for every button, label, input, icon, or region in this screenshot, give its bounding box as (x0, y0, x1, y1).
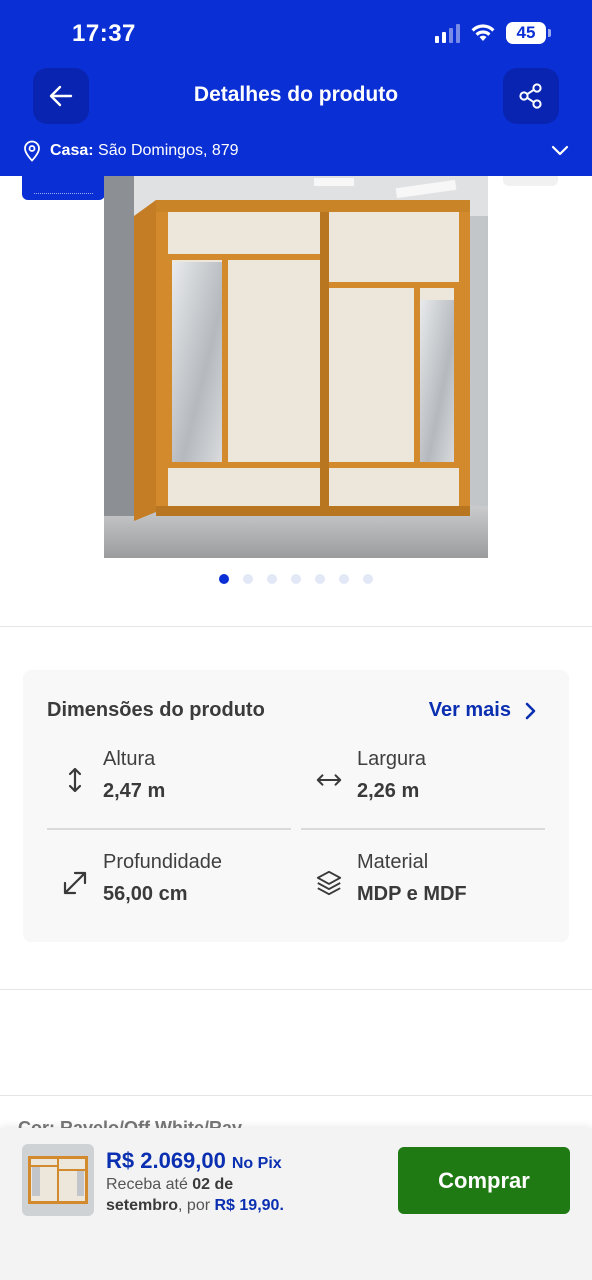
section-divider (0, 626, 592, 627)
address-value: São Domingos, 879 (93, 142, 239, 159)
location-pin-icon (22, 140, 42, 162)
delivery-prefix: Receba até (106, 1176, 193, 1193)
buy-button[interactable]: Comprar (398, 1147, 570, 1214)
section-divider (0, 989, 592, 990)
section-divider (0, 1095, 592, 1096)
address-label: Casa: (50, 142, 94, 159)
dimension-value: 2,47 m (103, 780, 166, 802)
dimension-label: Largura (357, 748, 426, 770)
dimension-label: Altura (103, 748, 156, 770)
product-tag (22, 176, 105, 200)
price-line: R$ 2.069,00 No Pix (106, 1148, 282, 1174)
delivery-info: Receba até 02 de setembro, por R$ 19,90. (106, 1174, 356, 1216)
gallery-side-stub (503, 176, 558, 186)
gallery-dot[interactable] (267, 574, 277, 584)
wifi-icon (471, 24, 495, 41)
dimension-material: Material MDP e MDF (301, 851, 541, 911)
cellular-signal-icon (435, 23, 460, 43)
payment-method: No Pix (231, 1155, 282, 1172)
gallery-pagination (0, 574, 592, 584)
gallery-dot[interactable] (243, 574, 253, 584)
product-thumbnail (22, 1144, 94, 1216)
price-value: R$ 2.069,00 (106, 1148, 226, 1173)
diagonal-arrows-icon (61, 869, 89, 897)
app-header: 17:37 45 Detalhes do produto Casa: São D… (0, 0, 592, 176)
gallery-dot[interactable] (315, 574, 325, 584)
product-image[interactable] (104, 176, 488, 558)
dimension-depth: Profundidade 56,00 cm (47, 851, 287, 911)
product-gallery[interactable] (0, 176, 592, 606)
share-button[interactable] (503, 68, 559, 124)
dimensions-title: Dimensões do produto (47, 699, 265, 721)
share-icon (519, 83, 542, 109)
delivery-address-selector[interactable]: Casa: São Domingos, 879 (22, 138, 570, 164)
layers-icon (315, 869, 343, 897)
dimension-value: 2,26 m (357, 780, 420, 802)
chevron-right-icon (525, 702, 536, 719)
vertical-arrows-icon (61, 766, 89, 794)
dimension-label: Material (357, 851, 429, 873)
see-more-link[interactable]: Ver mais (429, 699, 537, 722)
status-time: 17:37 (72, 20, 136, 47)
chevron-down-icon (550, 140, 570, 165)
shipping-price: R$ 19,90. (214, 1197, 284, 1214)
dimension-value: MDP e MDF (357, 883, 467, 905)
delivery-mid: , por (178, 1197, 215, 1214)
dimension-width: Largura 2,26 m (301, 748, 541, 808)
horizontal-arrows-icon (315, 766, 343, 794)
dimension-value: 56,00 cm (103, 883, 188, 905)
see-more-label: Ver mais (428, 699, 511, 721)
gallery-dot[interactable] (291, 574, 301, 584)
nav-bar: Detalhes do produto (0, 68, 592, 124)
status-bar: 17:37 45 (0, 0, 592, 70)
dimension-label: Profundidade (103, 851, 222, 873)
dimension-separator (301, 828, 545, 830)
gallery-dot[interactable] (339, 574, 349, 584)
battery-indicator: 45 (506, 22, 551, 44)
status-icons: 45 (435, 22, 551, 44)
dimensions-card: Dimensões do produto Ver mais Altura 2,4… (23, 670, 569, 942)
dimension-height: Altura 2,47 m (47, 748, 287, 808)
purchase-bar: R$ 2.069,00 No Pix Receba até 02 de sete… (0, 1128, 592, 1280)
gallery-dot[interactable] (363, 574, 373, 584)
gallery-dot[interactable] (219, 574, 229, 584)
dimension-separator (47, 828, 291, 830)
